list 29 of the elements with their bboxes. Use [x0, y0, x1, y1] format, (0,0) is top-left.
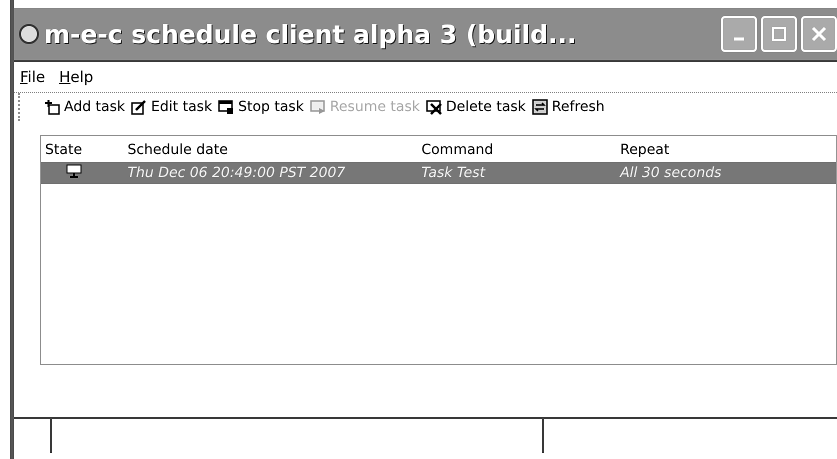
column-header[interactable]: Repeat	[616, 136, 836, 162]
toolbar-button[interactable]: Refresh	[532, 99, 605, 115]
column-header[interactable]: Schedule date	[123, 136, 418, 162]
toolbar-button[interactable]: Stop task	[218, 99, 304, 115]
window-title: m-e-c schedule client alpha 3 (build...	[44, 20, 578, 48]
toolbar-button[interactable]: Delete task	[426, 99, 526, 115]
column-header[interactable]: Command	[417, 136, 616, 162]
table-cell: All 30 seconds	[616, 162, 836, 184]
close-icon	[811, 26, 827, 42]
refresh-icon	[532, 99, 548, 115]
toolbar-button[interactable]: Add task	[44, 99, 126, 115]
menu-item[interactable]: File	[20, 68, 46, 86]
edit-icon	[131, 99, 148, 115]
resume-icon	[310, 99, 326, 115]
monitor-icon	[65, 164, 83, 178]
delete-icon	[426, 99, 442, 115]
close-button[interactable]	[801, 16, 837, 52]
table-cell: Thu Dec 06 20:49:00 PST 2007	[123, 162, 418, 184]
add-icon	[44, 99, 60, 115]
minimize-button[interactable]	[721, 16, 757, 52]
maximize-icon	[771, 26, 787, 42]
menu-item[interactable]: Help	[59, 68, 94, 86]
stop-icon	[218, 99, 234, 115]
column-header[interactable]: State	[41, 136, 124, 162]
toolbar-button[interactable]: Edit task	[131, 99, 212, 115]
table-cell: Task Test	[417, 162, 616, 184]
app-icon	[18, 23, 40, 45]
maximize-button[interactable]	[761, 16, 797, 52]
minimize-icon	[733, 37, 745, 41]
